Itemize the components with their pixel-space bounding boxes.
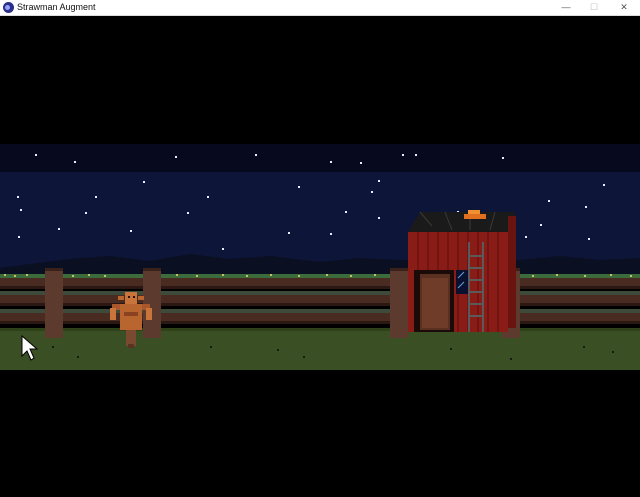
grass-field: [0, 328, 640, 370]
maximize-button[interactable]: ☐: [580, 0, 608, 15]
game-viewport[interactable]: [0, 16, 640, 497]
fence: [0, 268, 640, 338]
title-bar: Strawman Augment — ☐ ✕: [0, 0, 640, 16]
upper-sky: [0, 144, 640, 174]
close-button[interactable]: ✕: [610, 0, 638, 15]
minimize-button[interactable]: —: [552, 0, 580, 15]
app-icon: [3, 2, 14, 13]
game-scene[interactable]: [0, 16, 640, 497]
red-shed[interactable]: [408, 210, 516, 332]
window-title: Strawman Augment: [17, 2, 96, 12]
grass-edge: [0, 328, 640, 331]
